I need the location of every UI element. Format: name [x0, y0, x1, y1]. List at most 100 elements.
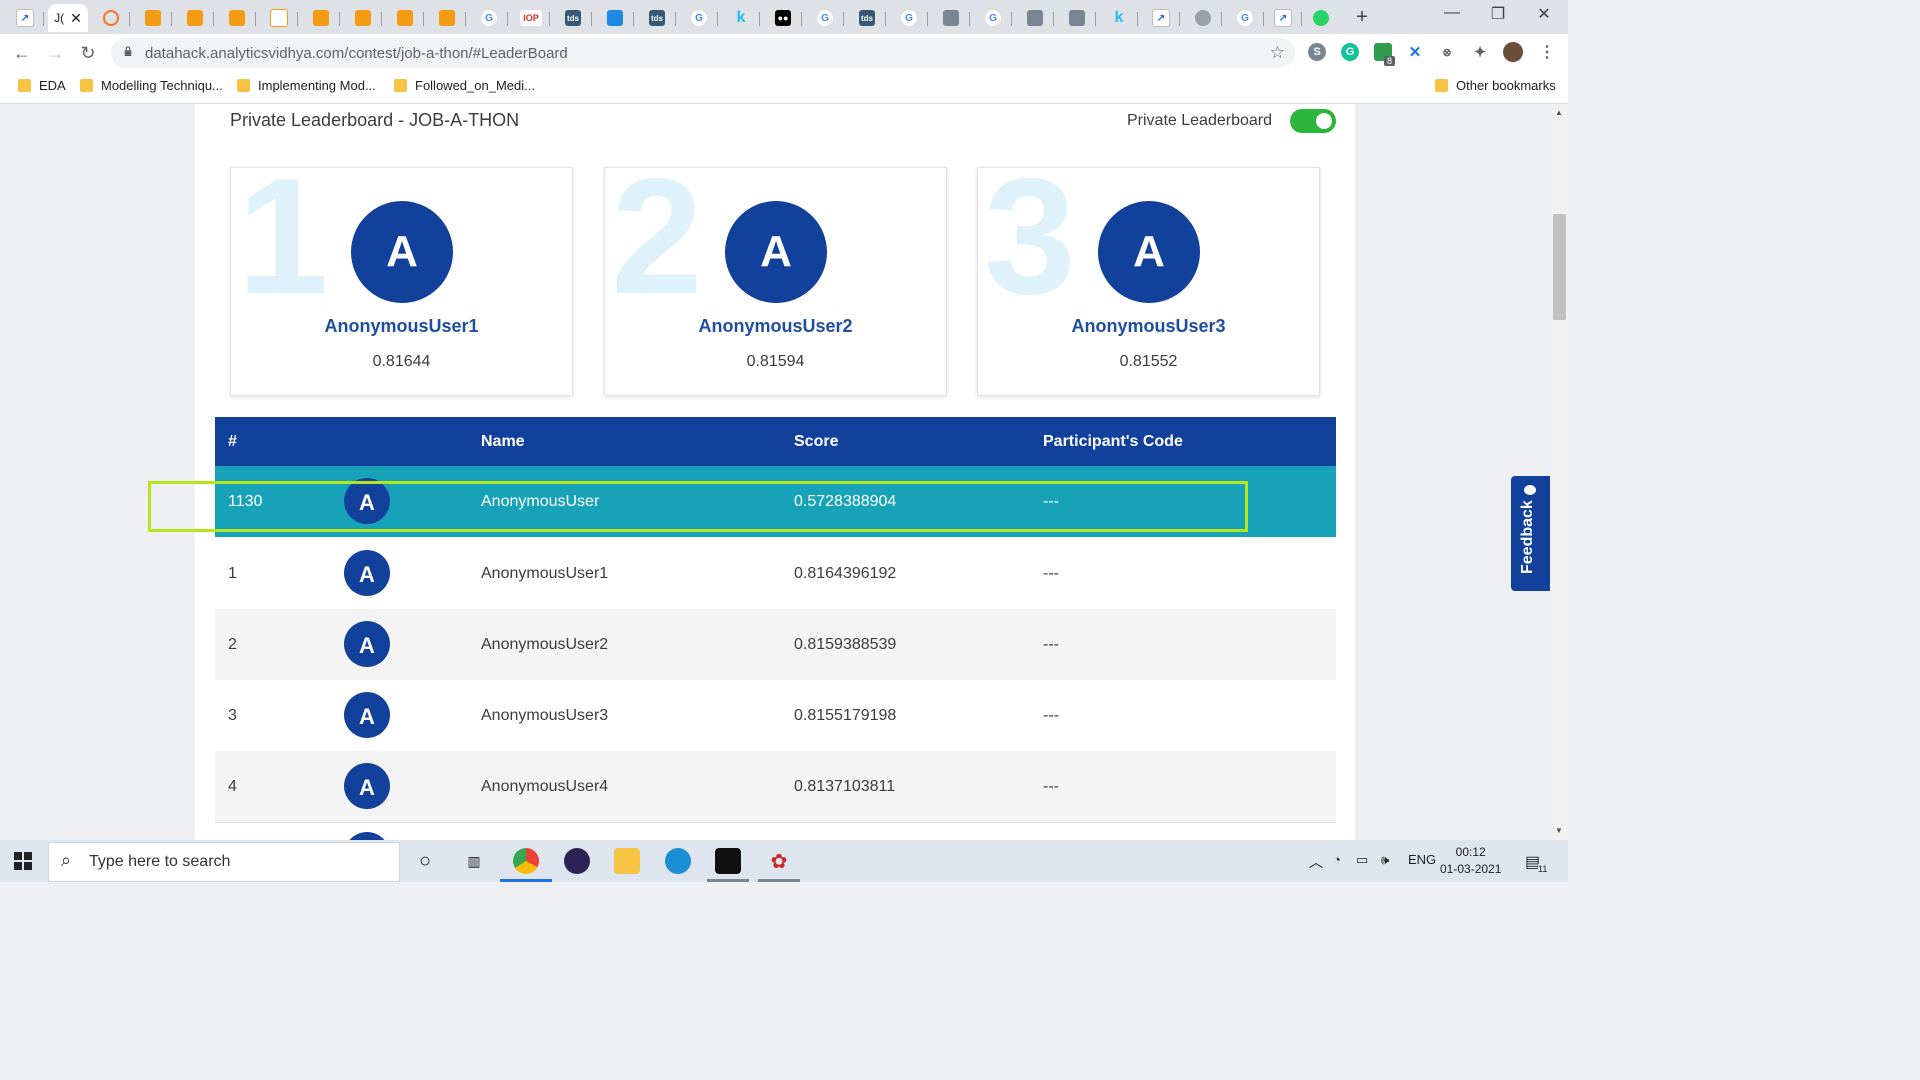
scroll-up-arrow[interactable]: ▲ — [1555, 108, 1563, 117]
volume-icon[interactable]: 🕪 — [1381, 852, 1389, 868]
bookmark-modelling[interactable]: Modelling Techniqu... — [80, 78, 223, 93]
scroll-down-arrow[interactable]: ▼ — [1555, 826, 1563, 835]
tab-kaggle-1[interactable]: k — [722, 4, 760, 32]
minimize-button[interactable]: — — [1432, 4, 1472, 22]
scrollbar-thumb[interactable] — [1553, 214, 1566, 320]
language-indicator[interactable]: ENG — [1408, 852, 1436, 867]
menu-icon[interactable]: ⋮ — [1538, 43, 1556, 61]
tab-profile-2[interactable] — [1016, 4, 1054, 32]
row-name[interactable]: AnonymousUser2 — [481, 609, 608, 680]
tab-profile-3[interactable] — [1058, 4, 1096, 32]
chrome-icon[interactable] — [513, 848, 539, 874]
bookmark-eda[interactable]: EDA — [18, 78, 66, 93]
google-icon: G — [900, 9, 918, 27]
private-leaderboard-toggle[interactable] — [1290, 109, 1336, 133]
tab-google-6[interactable]: G — [1226, 4, 1264, 32]
other-bookmarks[interactable]: Other bookmarks — [1435, 78, 1556, 93]
profile-avatar[interactable] — [1503, 42, 1523, 62]
podium-score: 0.81644 — [372, 353, 431, 370]
back-icon[interactable]: ← — [11, 42, 33, 64]
row-name[interactable]: AnonymousUser1 — [481, 538, 608, 609]
tab-document[interactable] — [260, 4, 298, 32]
table-row: 2 A AnonymousUser2 0.8159388539 --- — [215, 609, 1336, 681]
terminal-icon[interactable] — [715, 848, 741, 874]
feedback-button[interactable]: Feedback — [1511, 476, 1550, 591]
open-app-indicator — [758, 879, 800, 882]
tab-jupyter[interactable] — [92, 4, 130, 32]
app-icon[interactable]: ✿ — [766, 848, 792, 874]
jupyter-icon — [103, 10, 119, 26]
skype-extension-icon[interactable]: S — [1308, 43, 1326, 61]
tab-strip: ↗ J( ✕ G IOP tds tds G k ●● G tds G G k … — [0, 0, 1568, 34]
task-view-icon[interactable]: ▥ — [461, 848, 487, 874]
show-hidden-icons[interactable]: ︿ — [1309, 852, 1323, 872]
url-text[interactable]: datahack.analyticsvidhya.com/contest/job… — [145, 45, 568, 62]
page-scrollbar[interactable]: ▲ ▼ — [1551, 104, 1568, 840]
clock-date: 01-03-2021 — [1440, 862, 1502, 876]
bookmark-implementing[interactable]: Implementing Mod... — [237, 78, 376, 93]
tools-extension-icon[interactable]: ✕ — [1406, 43, 1424, 61]
tab-active[interactable]: J( ✕ — [48, 4, 88, 32]
tab-analytics[interactable] — [596, 4, 634, 32]
tab-tds-2[interactable]: tds — [638, 4, 676, 32]
tab-profile-1[interactable] — [932, 4, 970, 32]
tab-notebook-6[interactable] — [386, 4, 424, 32]
tab-iop[interactable]: IOP — [512, 4, 550, 32]
reload-icon[interactable]: ↻ — [77, 42, 99, 64]
podium-name[interactable]: AnonymousUser1 — [231, 316, 572, 337]
tab-google-5[interactable]: G — [974, 4, 1012, 32]
tab-globe[interactable] — [1184, 4, 1222, 32]
tab-chart-3[interactable]: ↗ — [1264, 4, 1302, 32]
network-icon[interactable]: ◔ — [1333, 852, 1341, 867]
tab-kaggle-2[interactable]: k — [1100, 4, 1138, 32]
bookmark-label: Modelling Techniqu... — [101, 78, 223, 93]
windows-start-icon[interactable] — [14, 852, 32, 870]
google-icon: G — [1236, 9, 1254, 27]
puzzle-extensions-icon[interactable]: ✦ — [1471, 43, 1489, 61]
podium-name[interactable]: AnonymousUser2 — [605, 316, 946, 337]
row-rank: 3 — [228, 707, 237, 724]
close-window-button[interactable]: ✕ — [1524, 4, 1564, 24]
bookmark-star-icon[interactable]: ☆ — [1270, 43, 1285, 63]
tab-chart[interactable]: ↗ — [6, 4, 44, 32]
bookmark-label: Followed_on_Medi... — [415, 78, 535, 93]
avatar: A — [351, 201, 453, 303]
cortana-icon[interactable]: ○ — [412, 848, 438, 874]
tab-google-4[interactable]: G — [890, 4, 928, 32]
edge-icon[interactable] — [665, 848, 691, 874]
tab-notebook-4[interactable] — [302, 4, 340, 32]
row-name[interactable]: AnonymousUser3 — [481, 680, 608, 751]
restore-button[interactable]: ❐ — [1478, 4, 1518, 24]
tab-tds-3[interactable]: tds — [848, 4, 886, 32]
tab-notebook-5[interactable] — [344, 4, 382, 32]
tab-whatsapp[interactable] — [1302, 4, 1340, 32]
grammarly-extension-icon[interactable]: G — [1341, 43, 1359, 61]
new-tab-button[interactable]: + — [1349, 6, 1375, 28]
tab-medium[interactable]: ●● — [764, 4, 802, 32]
tab-tds-1[interactable]: tds — [554, 4, 592, 32]
extension-icon[interactable]: ⊗ — [1438, 43, 1456, 61]
eclipse-icon[interactable] — [564, 848, 590, 874]
file-explorer-icon[interactable] — [614, 848, 640, 874]
tab-google-3[interactable]: G — [806, 4, 844, 32]
tab-notebook-1[interactable] — [134, 4, 172, 32]
forward-icon[interactable]: → — [44, 42, 66, 64]
tab-notebook-3[interactable] — [218, 4, 256, 32]
taskbar-search[interactable]: ⌕ Type here to search — [48, 842, 400, 882]
tab-notebook-2[interactable] — [176, 4, 214, 32]
battery-icon[interactable]: ▭ — [1356, 852, 1368, 868]
tab-google-2[interactable]: G — [680, 4, 718, 32]
address-bar[interactable]: datahack.analyticsvidhya.com/contest/job… — [111, 38, 1295, 68]
avatar: A — [344, 621, 390, 667]
podium-name[interactable]: AnonymousUser3 — [978, 316, 1319, 337]
tab-notebook-7[interactable] — [428, 4, 466, 32]
tab-chart-2[interactable]: ↗ — [1142, 4, 1180, 32]
globe-icon — [1195, 10, 1211, 26]
chart-icon: ↗ — [1274, 9, 1292, 27]
close-tab-icon[interactable]: ✕ — [70, 10, 82, 27]
row-name[interactable]: AnonymousUser4 — [481, 751, 608, 822]
tab-google-1[interactable]: G — [470, 4, 508, 32]
clock[interactable]: 00:12 01-03-2021 — [1440, 844, 1501, 878]
bookmark-followed[interactable]: Followed_on_Medi... — [394, 78, 535, 93]
document-icon — [270, 9, 288, 27]
